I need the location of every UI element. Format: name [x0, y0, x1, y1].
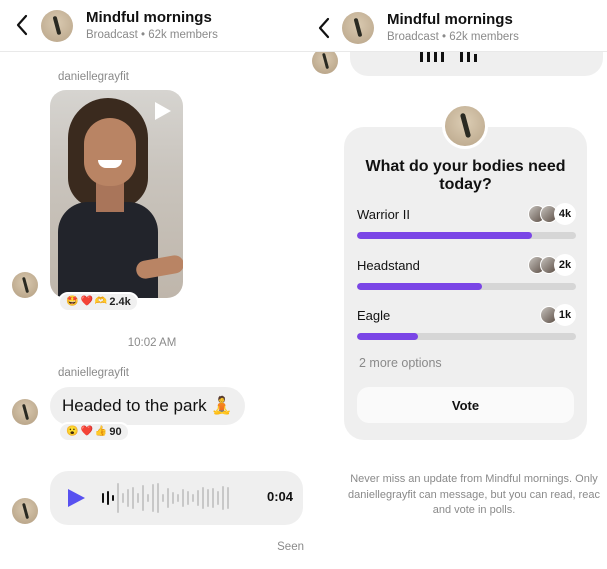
channel-avatar[interactable]	[41, 10, 73, 42]
vote-count: 2k	[554, 254, 576, 276]
audio-waveform[interactable]	[102, 481, 252, 515]
reaction-emoji: 🫶	[94, 296, 108, 307]
sender-avatar[interactable]	[12, 498, 38, 524]
waveform-bar	[192, 494, 194, 502]
channel-title[interactable]: Mindful mornings	[86, 9, 212, 26]
waveform-bar	[152, 484, 154, 512]
voice-message[interactable]: 0:04	[50, 471, 303, 525]
vote-count: 1k	[554, 304, 576, 326]
channel-avatar[interactable]	[342, 12, 374, 44]
waveform-bar	[217, 491, 219, 505]
waveform-bar	[227, 487, 229, 509]
sender-avatar[interactable]	[12, 399, 38, 425]
poll-progress-fill	[357, 333, 419, 340]
chat-header: Mindful mornings Broadcast • 62k members	[0, 0, 304, 52]
waveform-bar	[207, 489, 209, 507]
text-message-bubble[interactable]: Headed to the park 🧘	[50, 387, 245, 425]
waveform-bar	[102, 493, 104, 503]
poll-progress-fill	[357, 232, 533, 239]
voice-duration: 0:04	[266, 489, 293, 504]
waveform-bar	[137, 493, 139, 503]
waveform-bar	[202, 487, 204, 509]
waveform-bar	[182, 489, 184, 507]
seen-status: Seen	[277, 541, 304, 553]
waveform-bar	[132, 487, 134, 509]
waveform-bar	[107, 491, 109, 505]
reaction-emoji: ❤️	[80, 296, 93, 307]
waveform-bar	[172, 492, 174, 504]
voter-avatars: 2k	[528, 254, 576, 276]
waveform-bar	[122, 493, 124, 503]
vote-count: 4k	[554, 203, 576, 225]
reaction-count: 2.4k	[109, 296, 131, 308]
poll-option-label: Eagle	[357, 308, 391, 323]
waveform-bar	[222, 486, 224, 510]
reaction-emoji: ❤️	[80, 426, 93, 437]
chat-screen-left: Mindful mornings Broadcast • 62k members…	[0, 0, 304, 569]
poll-progress-track	[357, 232, 576, 239]
poll-progress-fill	[357, 283, 482, 290]
chat-screen-right: Mindful mornings Broadcast • 62k members…	[304, 0, 607, 569]
waveform-bar	[147, 494, 149, 502]
reactions-bar[interactable]: 😮 ❤️ 👍 90	[58, 422, 130, 442]
more-options-link[interactable]: 2 more options	[359, 356, 442, 370]
poll-card: What do your bodies need today? Warrior …	[344, 127, 587, 440]
broadcast-info-note: Never miss an update from Mindful mornin…	[348, 473, 600, 516]
waveform-bar	[142, 485, 144, 511]
channel-title[interactable]: Mindful mornings	[387, 11, 513, 28]
waveform-bar	[112, 495, 114, 501]
reaction-count: 90	[109, 426, 122, 438]
sender-name: daniellegrayfit	[58, 367, 129, 379]
reaction-emoji: 😮	[66, 426, 79, 437]
waveform-bar	[167, 488, 169, 508]
waveform-bar	[177, 494, 179, 502]
timestamp: 10:02 AM	[127, 337, 177, 349]
poll-option-label: Warrior II	[357, 207, 410, 222]
sender-name: daniellegrayfit	[58, 71, 129, 83]
channel-subtitle: Broadcast • 62k members	[86, 29, 218, 41]
play-icon[interactable]	[68, 489, 85, 507]
back-arrow-icon[interactable]	[14, 13, 30, 37]
chat-header: Mindful mornings Broadcast • 62k members	[304, 0, 607, 52]
poll-progress-track	[357, 283, 576, 290]
voter-avatars: 1k	[540, 304, 576, 326]
channel-subtitle: Broadcast • 62k members	[387, 31, 519, 43]
waveform-bar	[157, 483, 159, 513]
waveform-bar	[197, 490, 199, 506]
reaction-emoji: 🤩	[66, 296, 79, 307]
voter-avatars: 4k	[528, 203, 576, 225]
waveform-bar	[127, 489, 129, 507]
reactions-bar[interactable]: 🤩 ❤️ 🫶 2.4k	[58, 292, 139, 312]
poll-progress-track	[357, 333, 576, 340]
video-message[interactable]	[50, 90, 183, 298]
poll-question: What do your bodies need today?	[365, 158, 566, 193]
waveform-bar	[187, 491, 189, 505]
poll-option-label: Headstand	[357, 258, 420, 273]
play-icon[interactable]	[155, 102, 171, 120]
waveform-bar	[212, 488, 214, 508]
waveform-bar	[162, 494, 164, 502]
back-arrow-icon[interactable]	[316, 16, 332, 40]
sender-avatar[interactable]	[12, 272, 38, 298]
reaction-emoji: 👍	[94, 426, 108, 437]
vote-button[interactable]: Vote	[357, 387, 574, 423]
poll-creator-avatar	[442, 103, 488, 149]
waveform-bar	[117, 483, 119, 513]
